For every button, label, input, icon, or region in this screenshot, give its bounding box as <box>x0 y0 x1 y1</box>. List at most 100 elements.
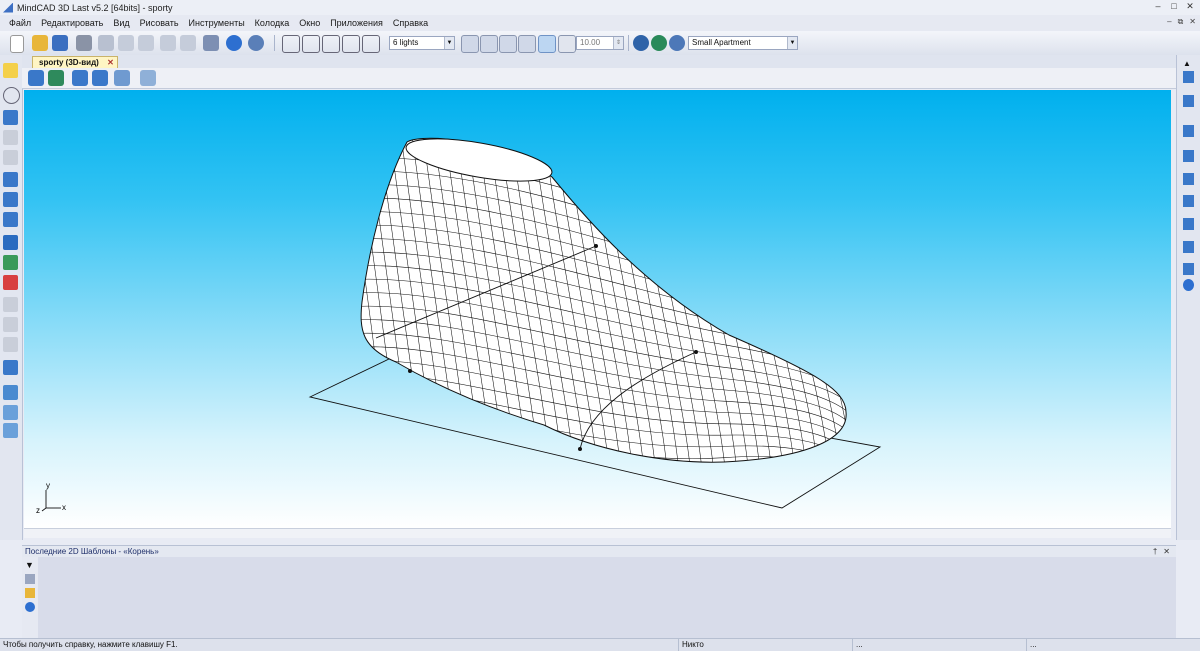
control-point[interactable] <box>594 244 598 248</box>
last-tool-9-icon[interactable] <box>3 275 18 290</box>
menu-help[interactable]: Справка <box>388 18 433 28</box>
menu-window[interactable]: Окно <box>294 18 325 28</box>
view-side-icon[interactable] <box>48 70 64 86</box>
right-tool-10-icon[interactable] <box>1183 279 1194 291</box>
right-tool-3-icon[interactable] <box>1183 125 1194 137</box>
open-folder-icon[interactable] <box>32 35 48 51</box>
curve-tool-1-icon[interactable] <box>282 35 300 53</box>
light-tool-3-icon[interactable] <box>499 35 517 53</box>
refresh-icon[interactable] <box>25 602 35 612</box>
render-sphere-1-icon[interactable] <box>633 35 649 51</box>
render-sphere-2-icon[interactable] <box>651 35 667 51</box>
lasso-icon[interactable] <box>3 87 20 104</box>
maximize-icon[interactable]: □ <box>1168 1 1180 12</box>
last-tool-13-icon[interactable] <box>3 423 18 438</box>
3d-viewport[interactable]: y z x <box>24 90 1171 528</box>
light-tool-2-icon[interactable] <box>480 35 498 53</box>
view-top-icon[interactable] <box>72 70 88 86</box>
last-tool-8-icon[interactable] <box>3 255 18 270</box>
curve-tool-3-icon[interactable] <box>322 35 340 53</box>
right-tool-7-icon[interactable] <box>1183 218 1194 230</box>
select-arrow-icon[interactable] <box>3 63 18 78</box>
toolbar-separator <box>628 35 629 51</box>
scale-stepper[interactable]: 10.00 ⇕ <box>576 36 624 50</box>
view-front-icon[interactable] <box>28 70 44 86</box>
minimize-icon[interactable]: – <box>1152 1 1164 12</box>
view-section-icon[interactable] <box>114 70 130 86</box>
last-tool-5-icon[interactable] <box>3 192 18 207</box>
control-point[interactable] <box>694 350 698 354</box>
status-bar: Чтобы получить справку, нажмите клавишу … <box>0 638 1200 651</box>
chevron-down-icon[interactable]: ▼ <box>444 37 454 49</box>
paste-icon[interactable] <box>138 35 154 51</box>
stepper-arrows-icon[interactable]: ⇕ <box>613 37 623 49</box>
globe-icon[interactable] <box>248 35 264 51</box>
mdi-close-icon[interactable]: ✕ <box>1189 17 1196 27</box>
control-point[interactable] <box>408 369 412 373</box>
lights-select[interactable]: 6 lights ▼ <box>389 36 455 50</box>
last-tool-2-icon[interactable] <box>3 130 18 145</box>
sort-icon[interactable] <box>25 574 35 584</box>
right-tool-1-icon[interactable] <box>1183 71 1194 83</box>
folder-icon[interactable] <box>25 588 35 598</box>
lights-select-value: 6 lights <box>393 38 419 47</box>
menu-file[interactable]: Файл <box>4 18 36 28</box>
heel-icon[interactable] <box>3 337 18 352</box>
scroll-up-icon[interactable]: ▲ <box>1183 59 1194 71</box>
curve-tool-2-icon[interactable] <box>302 35 320 53</box>
control-point[interactable] <box>578 447 582 451</box>
shoe-surface <box>360 137 847 463</box>
view-settings-icon[interactable] <box>140 70 156 86</box>
mdi-minimize-icon[interactable]: – <box>1167 17 1171 27</box>
angle-icon[interactable] <box>3 317 18 332</box>
right-tool-2-icon[interactable] <box>1183 95 1194 107</box>
undo-icon[interactable] <box>160 35 176 51</box>
chevron-down-icon[interactable]: ▼ <box>787 37 797 49</box>
menu-last[interactable]: Колодка <box>250 18 295 28</box>
curve-tool-4-icon[interactable] <box>342 35 360 53</box>
environment-icon[interactable] <box>669 35 685 51</box>
help-icon[interactable] <box>226 35 242 51</box>
last-tool-3-icon[interactable] <box>3 150 18 165</box>
view-iso-icon[interactable] <box>92 70 108 86</box>
right-tool-6-icon[interactable] <box>1183 195 1194 207</box>
material-icon[interactable] <box>558 35 576 53</box>
last-tool-10-icon[interactable] <box>3 360 18 375</box>
right-tool-8-icon[interactable] <box>1183 241 1194 253</box>
cube-view-icon[interactable] <box>538 35 556 53</box>
new-file-icon[interactable] <box>10 35 24 53</box>
menu-edit[interactable]: Редактировать <box>36 18 108 28</box>
document-tab-bar: sporty (3D-вид) ✕ <box>22 55 1176 69</box>
mdi-restore-icon[interactable]: ⧉ <box>1178 17 1184 27</box>
copy-icon[interactable] <box>118 35 134 51</box>
light-tool-4-icon[interactable] <box>518 35 536 53</box>
last-tool-7-icon[interactable] <box>3 235 18 250</box>
cut-icon[interactable] <box>98 35 114 51</box>
horizontal-scrollbar[interactable] <box>24 528 1171 538</box>
last-tool-12-icon[interactable] <box>3 405 18 420</box>
save-icon[interactable] <box>52 35 68 51</box>
last-tool-1-icon[interactable] <box>3 110 18 125</box>
light-tool-1-icon[interactable] <box>461 35 479 53</box>
menu-apps[interactable]: Приложения <box>325 18 388 28</box>
templates-panel-header: Последние 2D Шаблоны - «Корень» † ✕ <box>22 545 1176 557</box>
filter-icon[interactable]: ▼ <box>25 560 35 570</box>
print-icon[interactable] <box>76 35 92 51</box>
panel-tool-strip: ▼ <box>22 557 38 638</box>
redo-icon[interactable] <box>180 35 196 51</box>
last-tool-4-icon[interactable] <box>3 172 18 187</box>
measure-icon[interactable] <box>3 297 18 312</box>
environment-select[interactable]: Small Apartment ▼ <box>688 36 798 50</box>
right-tool-5-icon[interactable] <box>1183 173 1194 185</box>
mdi-controls: – ⧉ ✕ <box>1167 17 1196 27</box>
last-tool-6-icon[interactable] <box>3 212 18 227</box>
close-icon[interactable]: ✕ <box>1184 1 1196 12</box>
menu-view[interactable]: Вид <box>108 18 134 28</box>
zoom-icon[interactable] <box>203 35 219 51</box>
right-tool-4-icon[interactable] <box>1183 150 1194 162</box>
menu-draw[interactable]: Рисовать <box>135 18 184 28</box>
right-tool-9-icon[interactable] <box>1183 263 1194 275</box>
menu-tools[interactable]: Инструменты <box>184 18 250 28</box>
grid-icon[interactable] <box>362 35 380 53</box>
last-tool-11-icon[interactable] <box>3 385 18 400</box>
